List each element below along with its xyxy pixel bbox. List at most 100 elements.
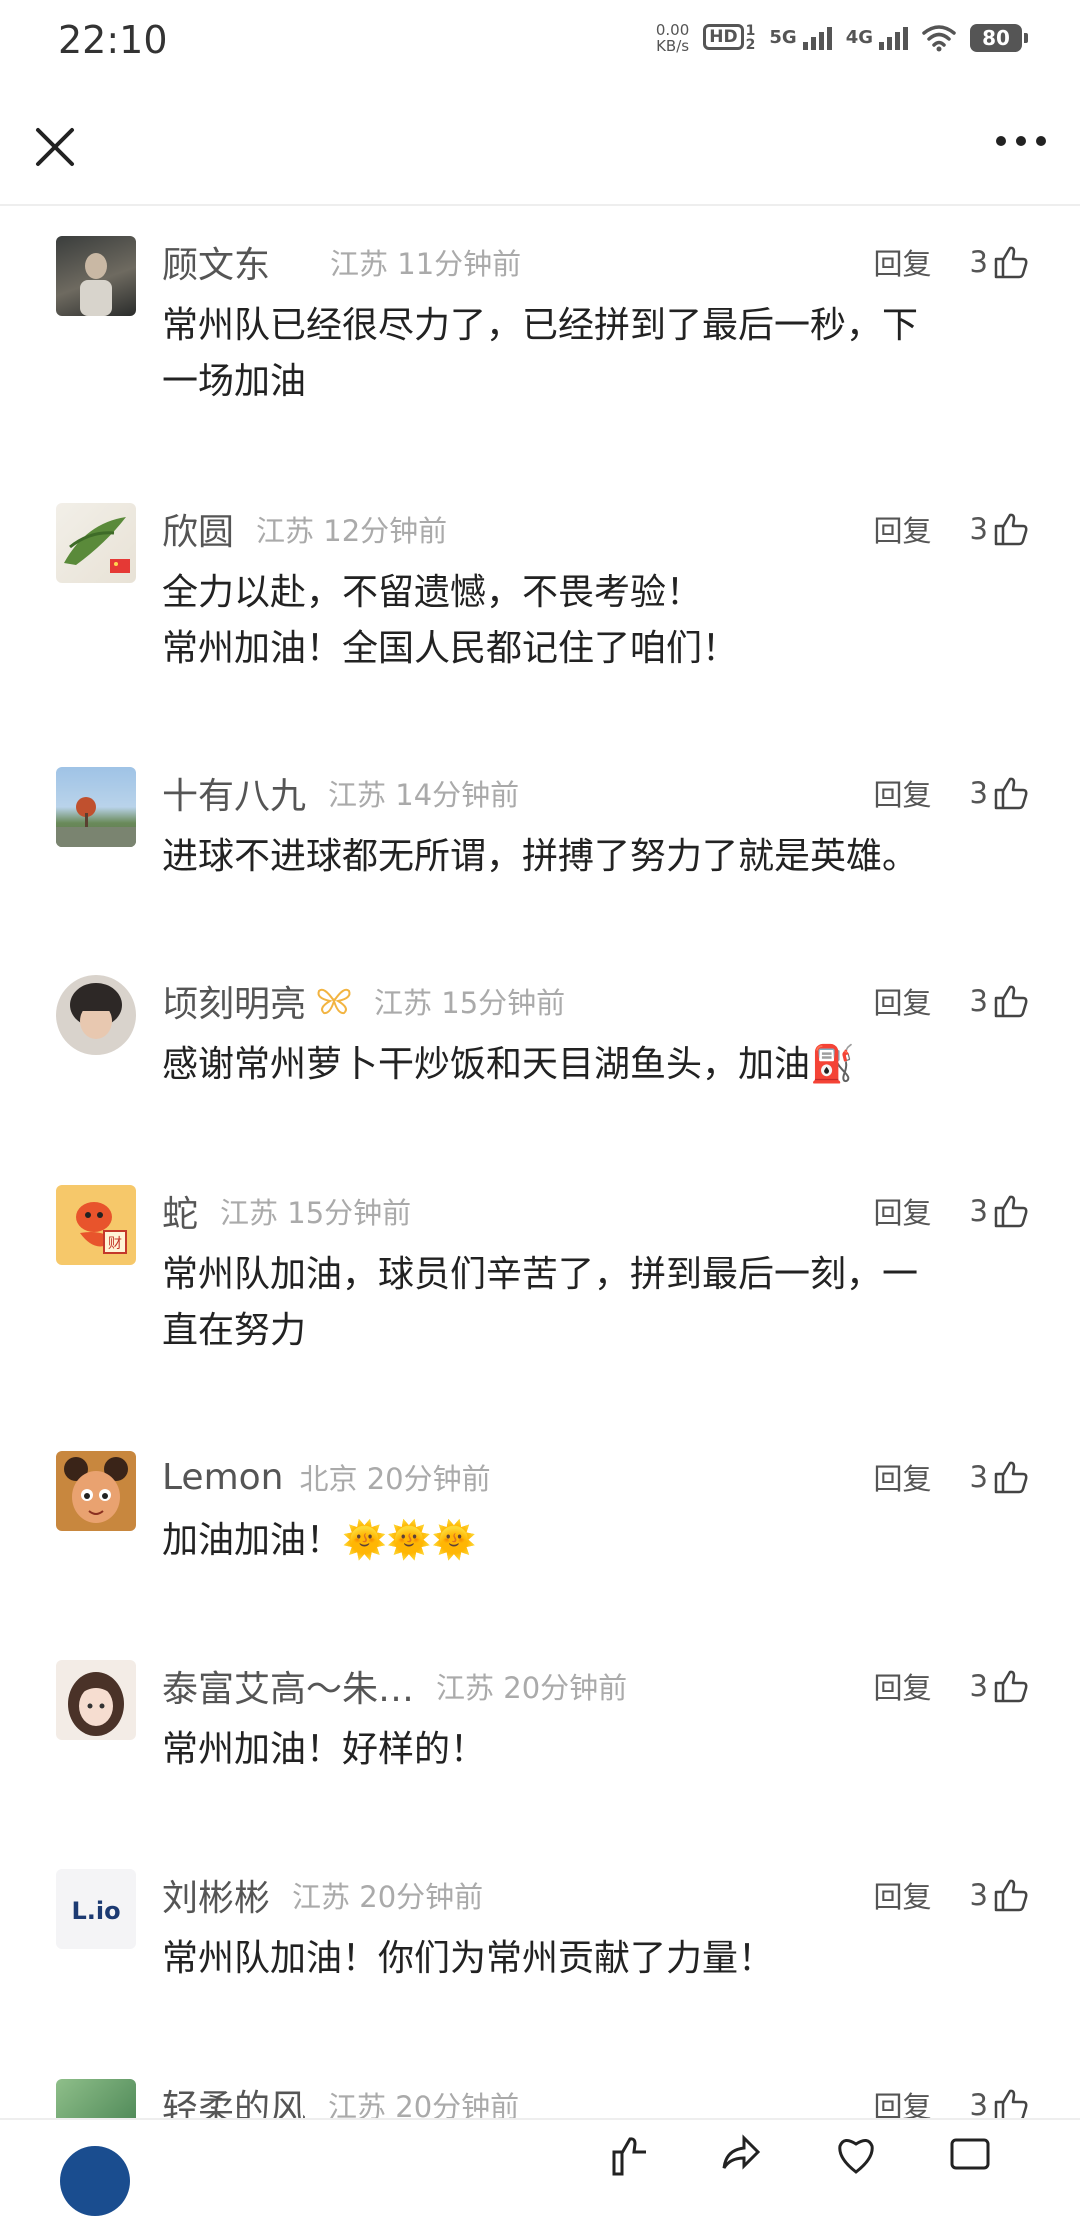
battery-icon: 80 [970, 24, 1028, 52]
close-icon[interactable] [30, 122, 80, 172]
my-avatar[interactable] [60, 2146, 130, 2216]
comment-item: 顾文东 江苏 11分钟前 回复 3 常州队已经很尽力了，已经拼到了最后一秒，下 … [0, 206, 1080, 473]
comment-text: 全力以赴，不留遗憾，不畏考验！ 常州加油！全国人民都记住了咱们！ [162, 572, 739, 669]
like-count: 3 [969, 512, 988, 546]
comment-text: 加油加油！🌞🌞🌞 [162, 1520, 477, 1561]
thumbs-up-icon[interactable] [992, 1192, 1030, 1230]
butterfly-badge-icon [317, 988, 351, 1015]
status-bar: 22:10 0.00 KB/s HD 1 2 5G 4G 80 [0, 0, 1080, 86]
user-location: 江苏 [436, 1671, 495, 1705]
sim2-label: 2 [745, 37, 756, 53]
avatar[interactable] [56, 2079, 136, 2118]
comment-text: 常州队加油，球员们辛苦了，拼到最后一刻，一 直在努力 [162, 1254, 919, 1351]
thumbs-up-icon[interactable] [992, 510, 1030, 548]
favorite-icon[interactable] [834, 2132, 878, 2176]
user-name[interactable]: 顷刻明亮 [162, 975, 306, 1027]
signal-5g-icon: 5G [769, 26, 832, 50]
like-count: 3 [969, 776, 988, 810]
thumbs-up-icon[interactable] [992, 982, 1030, 1020]
like-count: 3 [969, 1669, 988, 1703]
comment-item: 欣圆 江苏 12分钟前 回复 3 全力以赴，不留遗憾，不畏考验！ 常州加油！全国… [0, 473, 1080, 737]
thumbs-up-icon[interactable] [992, 243, 1030, 281]
comment-item: 轻柔的风 江苏 20分钟前 回复 3 [0, 2049, 1080, 2118]
avatar[interactable] [56, 975, 136, 1055]
reply-button[interactable]: 回复 [874, 1665, 932, 1707]
battery-level: 80 [982, 26, 1010, 50]
top-bar [0, 86, 1080, 206]
comment-time: 12分钟前 [323, 514, 448, 548]
avatar-logo-text: L.io [71, 1897, 120, 1925]
comment-text: 常州队已经很尽力了，已经拼到了最后一秒，下 一场加油 [162, 305, 919, 402]
reply-button[interactable]: 回复 [874, 1456, 932, 1498]
like-icon[interactable] [608, 2132, 652, 2176]
reply-button[interactable]: 回复 [874, 1190, 932, 1232]
comment-time: 20分钟前 [395, 2090, 520, 2118]
like-count: 3 [969, 984, 988, 1018]
comment-time: 11分钟前 [397, 247, 522, 281]
comment-time: 20分钟前 [503, 1671, 628, 1705]
bottom-action-bar [0, 2118, 1080, 2216]
user-location: 江苏 [292, 1880, 351, 1914]
reply-button[interactable]: 回复 [874, 241, 932, 283]
more-options-icon[interactable] [996, 136, 1046, 146]
network-speed-value: 0.00 [655, 21, 690, 39]
share-icon[interactable] [720, 2132, 764, 2176]
avatar[interactable]: L.io [56, 1869, 136, 1949]
network-speed-unit: KB/s [656, 37, 690, 55]
thumbs-up-icon[interactable] [992, 1876, 1030, 1914]
user-name[interactable]: 泰富艾高～朱… [162, 1660, 414, 1712]
comment-item: L.io 刘彬彬 江苏 20分钟前 回复 3 常州队加油！你们为常州贡献了力量！ [0, 1839, 1080, 2049]
thumbs-up-icon[interactable] [992, 1667, 1030, 1705]
comment-icon[interactable] [948, 2132, 992, 2176]
user-location: 江苏 [328, 778, 387, 812]
avatar-fortune-char: 财 [108, 1236, 122, 1252]
sim1-label: 1 [745, 23, 756, 39]
comment-list: 顾文东 江苏 11分钟前 回复 3 常州队已经很尽力了，已经拼到了最后一秒，下 … [0, 206, 1080, 2118]
comment-time: 14分钟前 [395, 778, 520, 812]
thumbs-up-icon[interactable] [992, 2086, 1030, 2118]
user-name[interactable]: Lemon [162, 1457, 283, 1498]
network-speed: 0.00 KB/s [656, 22, 689, 54]
reply-button[interactable]: 回复 [874, 980, 932, 1022]
comment-time: 15分钟前 [287, 1196, 412, 1230]
reply-button[interactable]: 回复 [874, 2084, 932, 2118]
comment-item: 顷刻明亮 江苏 15分钟前 回复 3 感谢常州萝卜干炒饭和天目湖鱼头，加油⛽ [0, 945, 1080, 1155]
user-location: 北京 [299, 1462, 358, 1496]
avatar[interactable] [56, 236, 136, 316]
thumbs-up-icon[interactable] [992, 1458, 1030, 1496]
comment-time: 15分钟前 [441, 986, 566, 1020]
user-name[interactable]: 顾文东 [162, 236, 270, 288]
avatar[interactable]: 财 [56, 1185, 136, 1265]
hd-label: HD [703, 24, 744, 50]
comment-item: 十有八九 江苏 14分钟前 回复 3 进球不进球都无所谓，拼搏了努力了就是英雄。 [0, 737, 1080, 945]
hd-voice-icon: HD 1 2 [703, 24, 755, 52]
comment-item: Lemon 北京 20分钟前 回复 3 加油加油！🌞🌞🌞 [0, 1421, 1080, 1630]
reply-button[interactable]: 回复 [874, 772, 932, 814]
signal-4g-icon: 4G [845, 26, 908, 50]
avatar[interactable] [56, 1660, 136, 1740]
user-name[interactable]: 轻柔的风 [162, 2079, 306, 2118]
avatar[interactable] [56, 503, 136, 583]
user-location: 江苏 [328, 2090, 387, 2118]
comment-text: 常州队加油！你们为常州贡献了力量！ [162, 1938, 775, 1979]
comment-text: 常州加油！好样的！ [162, 1729, 487, 1770]
user-location: 江苏 [330, 247, 389, 281]
user-location: 江苏 [256, 514, 315, 548]
thumbs-up-icon[interactable] [992, 774, 1030, 812]
user-name[interactable]: 十有八九 [162, 767, 306, 819]
reply-button[interactable]: 回复 [874, 1874, 932, 1916]
like-count: 3 [969, 245, 988, 279]
user-name[interactable]: 蛇 [162, 1185, 198, 1237]
reply-button[interactable]: 回复 [874, 508, 932, 550]
user-location: 江苏 [374, 986, 433, 1020]
wifi-icon [922, 25, 956, 52]
like-count: 3 [969, 1878, 988, 1912]
like-count: 3 [969, 1194, 988, 1228]
user-name[interactable]: 欣圆 [162, 503, 234, 555]
like-count: 3 [969, 2088, 988, 2118]
user-name[interactable]: 刘彬彬 [162, 1869, 270, 1921]
comment-text: 进球不进球都无所谓，拼搏了努力了就是英雄。 [162, 836, 919, 877]
avatar[interactable] [56, 1451, 136, 1531]
avatar[interactable] [56, 767, 136, 847]
signal-4g-label: 4G [845, 26, 873, 48]
